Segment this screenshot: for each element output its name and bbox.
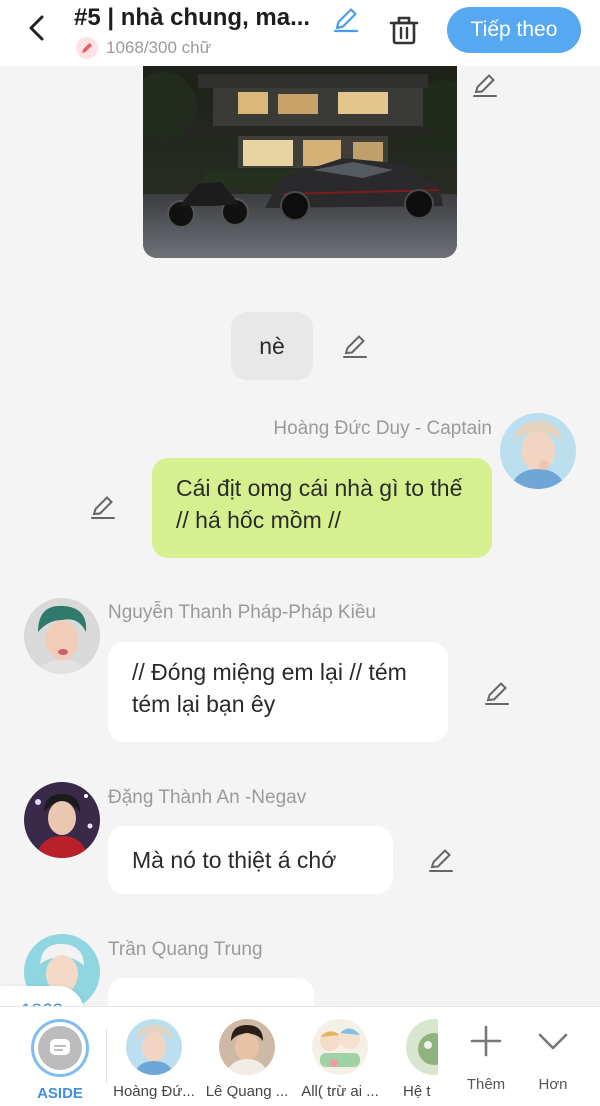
chevron-left-icon	[29, 15, 44, 41]
chat-content[interactable]: nè Hoàng Đức Duy - Captain Cái địt omg c…	[0, 66, 600, 1006]
incoming-message-bubble[interactable]: // Đóng miệng em lại // tém tém lại bạn …	[108, 642, 448, 742]
character-label: Lê Quang ...	[205, 1083, 289, 1100]
chevron-down-icon	[538, 1033, 568, 1050]
message-counter[interactable]: 1862	[0, 986, 84, 1006]
avatar[interactable]	[24, 782, 100, 858]
sender-name: Trần Quang Trung	[108, 939, 263, 960]
chat-bubble-icon	[50, 1039, 70, 1055]
edit-message-icon[interactable]	[88, 492, 118, 522]
trash-icon	[389, 16, 419, 45]
top-header: #5 | nhà chung, ma... 1068/300 chữ Tiếp …	[0, 0, 600, 66]
character-all[interactable]: All( trừ ai ...	[295, 1019, 385, 1100]
character-label: ASIDE	[37, 1085, 83, 1102]
character-hoang-duc-duy[interactable]: Hoàng Đứ...	[109, 1019, 199, 1100]
avatar	[126, 1019, 182, 1075]
story-title[interactable]: #5 | nhà chung, ma...	[74, 4, 324, 32]
plus-icon	[470, 1025, 502, 1057]
divider	[106, 1029, 107, 1083]
aside-avatar	[31, 1019, 89, 1077]
more-button[interactable]: Hơn	[523, 1023, 583, 1093]
word-count: 1068/300 chữ	[106, 38, 211, 57]
avatar	[406, 1019, 438, 1075]
next-button[interactable]: Tiếp theo	[447, 7, 581, 53]
sender-name: Đặng Thành An -Negav	[108, 787, 307, 808]
message-image[interactable]	[143, 66, 457, 258]
edit-message-icon[interactable]	[470, 70, 500, 100]
outgoing-message-bubble[interactable]: Cái địt omg cái nhà gì to thế // há hốc …	[152, 458, 492, 558]
incoming-message-bubble[interactable]: Mà nó to thiệt á chớ	[108, 826, 393, 894]
character-he-thong[interactable]: Hệ t	[388, 1019, 438, 1100]
pencil-icon	[76, 37, 98, 59]
incoming-message-bubble[interactable]	[108, 978, 314, 1006]
edit-title-icon[interactable]	[331, 4, 361, 34]
character-label: Hoàng Đứ...	[113, 1083, 195, 1100]
back-button[interactable]	[22, 12, 54, 44]
character-bar: ASIDE Hoàng Đứ... Lê Quang ... All(trừ …	[0, 1006, 600, 1106]
edit-message-icon[interactable]	[426, 845, 456, 875]
sender-name: Hoàng Đức Duy - Captain	[273, 418, 492, 439]
character-label: All( trừ ai ...	[301, 1083, 379, 1100]
avatar[interactable]	[500, 413, 576, 489]
add-label: Thêm	[466, 1076, 506, 1093]
word-count-row: 1068/300 chữ	[76, 37, 211, 59]
edit-message-icon[interactable]	[482, 678, 512, 708]
avatar[interactable]	[24, 598, 100, 674]
sender-name: Nguyễn Thanh Pháp-Pháp Kiều	[108, 602, 376, 623]
avatar	[312, 1019, 368, 1075]
delete-button[interactable]	[386, 12, 422, 48]
character-aside[interactable]: ASIDE	[15, 1019, 105, 1102]
character-le-quang[interactable]: Lê Quang ...	[202, 1019, 292, 1100]
avatar	[219, 1019, 275, 1075]
character-label: Hệ t	[403, 1083, 431, 1100]
edit-message-icon[interactable]	[340, 331, 370, 361]
narration-bubble[interactable]: nè	[231, 312, 313, 380]
more-label: Hơn	[538, 1076, 568, 1093]
add-character-button[interactable]: Thêm	[456, 1023, 516, 1093]
